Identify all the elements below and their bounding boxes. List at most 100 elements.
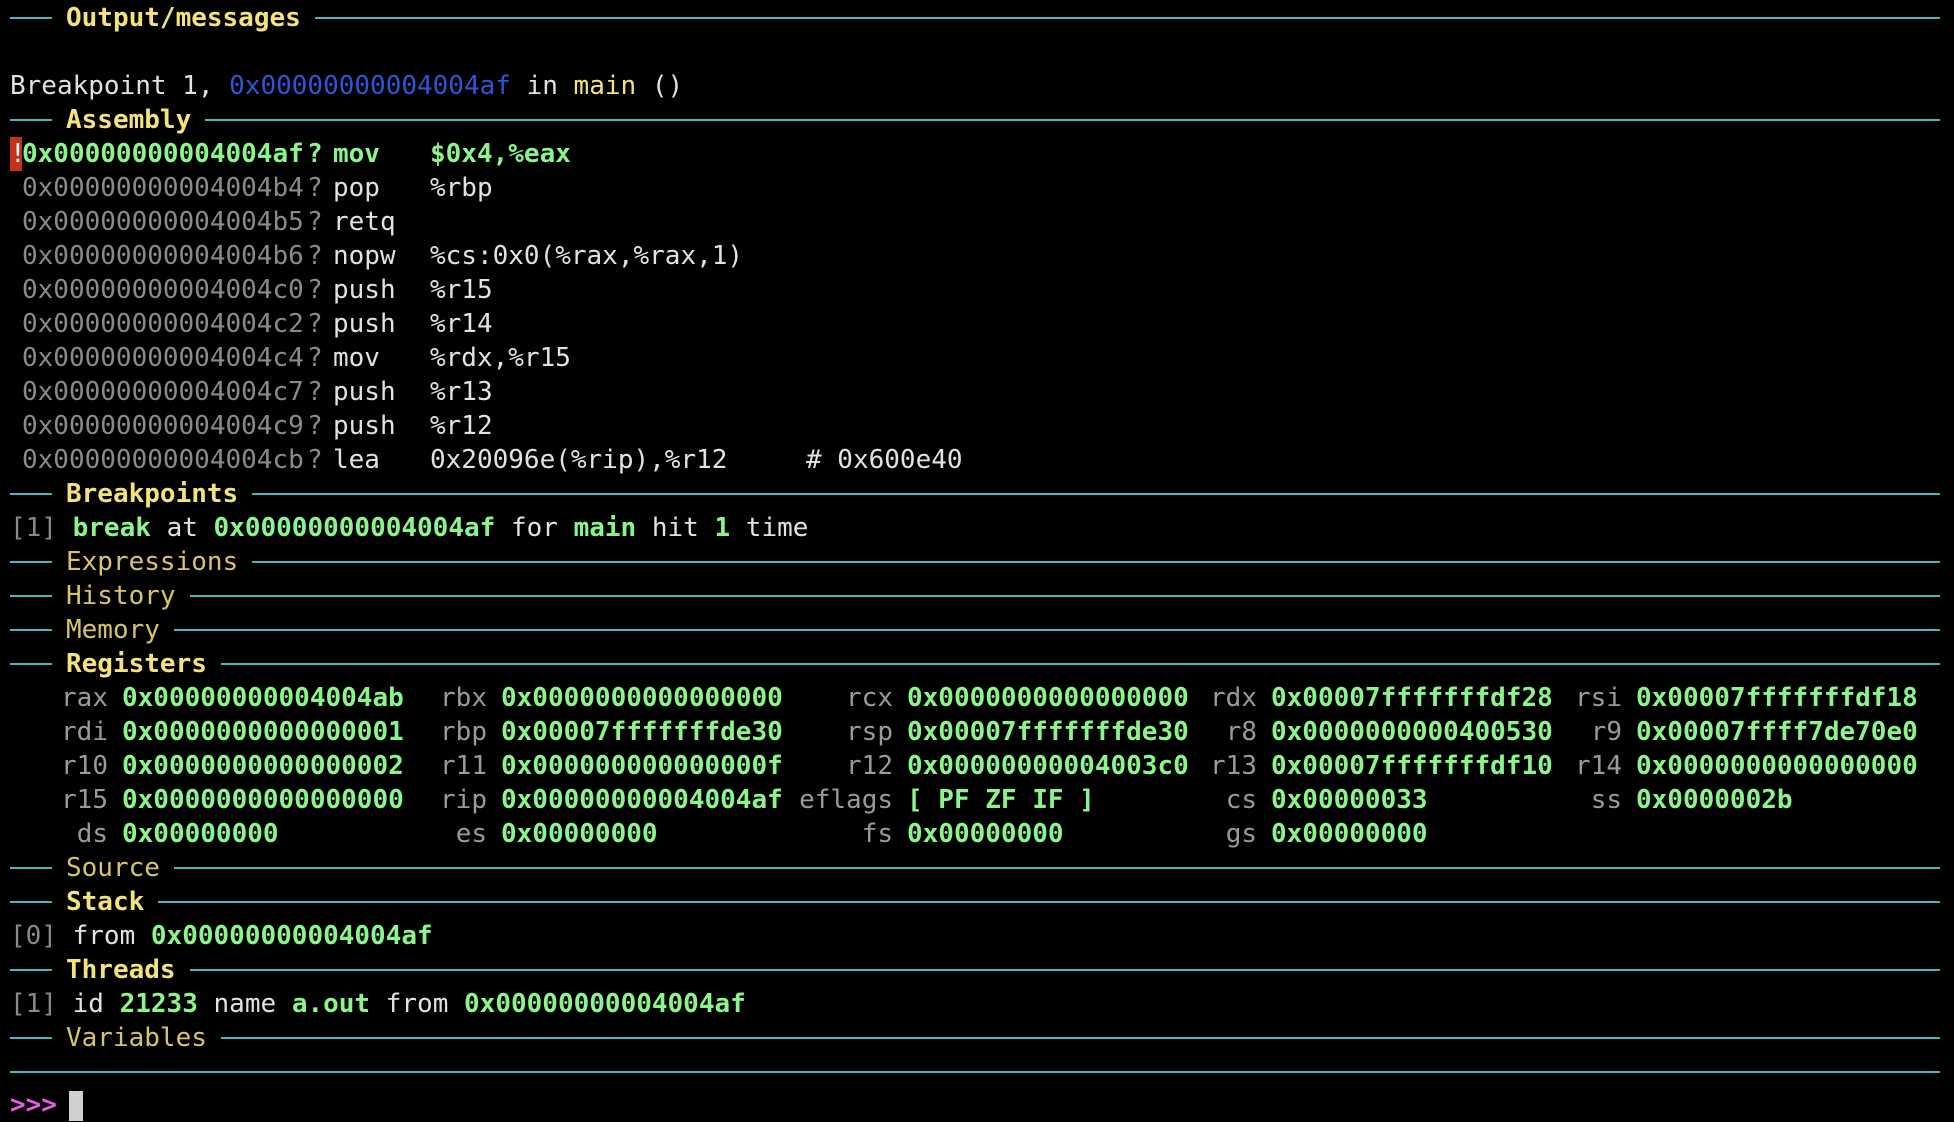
section-threads-header: Threads [10, 953, 1950, 987]
register-value[interactable]: 0x00000000004004af [501, 783, 783, 817]
command-prompt-line[interactable]: >>> [10, 1088, 1950, 1122]
register-name: rbx [440, 683, 487, 713]
section-title: Source [66, 853, 160, 883]
section-variables-header: Variables [10, 1021, 1950, 1055]
register-value[interactable]: 0x0000000000000000 [1636, 749, 1918, 783]
register-name: rax [61, 683, 108, 713]
register-name: cs [1225, 785, 1257, 815]
section-history-header: History [10, 579, 1950, 613]
register-name: es [455, 819, 487, 849]
prompt-marker: >>> [10, 1090, 57, 1120]
instruction-flag: ? [307, 139, 323, 169]
register-name: rcx [846, 683, 893, 713]
thread-entry[interactable]: [1] id 21233 name a.out from 0x000000000… [10, 987, 1950, 1021]
text-cursor[interactable] [68, 1090, 83, 1121]
register-name: r15 [61, 785, 108, 815]
register-name: rbp [440, 717, 487, 747]
assembly-line[interactable]: 0x00000000004004c2? push %r14 [10, 307, 1950, 341]
section-title: Stack [66, 887, 145, 917]
instruction-opcode: push [333, 377, 396, 407]
register-name: eflags [799, 785, 893, 815]
register-name: rdi [61, 717, 108, 747]
assembly-line[interactable]: !0x00000000004004af? mov $0x4,%eax [10, 137, 1950, 171]
register-value[interactable]: 0x00007fffffffdf28 [1271, 681, 1553, 715]
instruction-address: 0x00000000004004c4 [22, 343, 304, 373]
section-output-header: Output/messages [10, 1, 1950, 35]
instruction-flag: ? [307, 207, 323, 237]
register-value[interactable]: 0x00007fffffffde30 [501, 715, 783, 749]
instruction-operands: %rbp [430, 173, 493, 203]
register-value[interactable]: 0x00007fffffffdf18 [1636, 681, 1918, 715]
section-stack-header: Stack [10, 885, 1950, 919]
instruction-opcode: mov [333, 343, 380, 373]
instruction-flag: ? [307, 377, 323, 407]
breakpoint-address: 0x00000000004004af [213, 513, 496, 543]
section-title: History [66, 581, 176, 611]
instruction-operands: %r14 [430, 309, 493, 339]
register-value[interactable]: 0x00000000 [907, 817, 1064, 851]
breakpoint-entry[interactable]: [1] break at 0x00000000004004af for main… [10, 511, 1950, 545]
section-breakpoints-header: Breakpoints [10, 477, 1950, 511]
register-value[interactable]: 0x0000002b [1636, 783, 1793, 817]
register-value[interactable]: 0x0000000000000000 [501, 681, 783, 715]
register-value[interactable]: 0x0000000000000002 [122, 749, 404, 783]
register-value[interactable]: 0x00000033 [1271, 783, 1428, 817]
assembly-line[interactable]: 0x00000000004004c9? push %r12 [10, 409, 1950, 443]
instruction-flag: ? [307, 173, 323, 203]
register-name: rsp [846, 717, 893, 747]
assembly-line[interactable]: 0x00000000004004b5? retq [10, 205, 1950, 239]
output-func: main [573, 71, 637, 101]
register-name: r11 [440, 751, 487, 781]
assembly-line[interactable]: 0x00000000004004b4? pop %rbp [10, 171, 1950, 205]
register-name: r12 [846, 751, 893, 781]
assembly-line[interactable]: 0x00000000004004c0? push %r15 [10, 273, 1950, 307]
register-value[interactable]: 0x0000000000400530 [1271, 715, 1553, 749]
register-value[interactable]: [ PF ZF IF ] [907, 783, 1095, 817]
register-name: r10 [61, 751, 108, 781]
instruction-opcode: push [333, 411, 396, 441]
instruction-operands: %r12 [430, 411, 493, 441]
instruction-flag: ? [307, 309, 323, 339]
register-value[interactable]: 0x00000000004003c0 [907, 749, 1189, 783]
instruction-opcode: retq [333, 207, 396, 237]
instruction-opcode: pop [333, 173, 380, 203]
instruction-address: 0x00000000004004c9 [22, 411, 304, 441]
register-value[interactable]: 0x00000000004004ab [122, 681, 404, 715]
instruction-flag: ? [307, 445, 323, 475]
section-title: Registers [66, 649, 207, 679]
instruction-operands: %r13 [430, 377, 493, 407]
assembly-line[interactable]: 0x00000000004004c7? push %r13 [10, 375, 1950, 409]
instruction-opcode: push [333, 309, 396, 339]
register-name: fs [861, 819, 893, 849]
register-value[interactable]: 0x00000000 [501, 817, 658, 851]
register-value[interactable]: 0x00000000 [122, 817, 279, 851]
register-value[interactable]: 0x00000000 [1271, 817, 1428, 851]
register-name: rdx [1210, 683, 1257, 713]
register-value[interactable]: 0x00007fffffffde30 [907, 715, 1189, 749]
instruction-address: 0x00000000004004c2 [22, 309, 304, 339]
register-name: ss [1590, 785, 1622, 815]
stack-address: 0x00000000004004af [150, 921, 433, 951]
register-value[interactable]: 0x0000000000000001 [122, 715, 404, 749]
register-name: rsi [1575, 683, 1622, 713]
register-value[interactable]: 0x000000000000000f [501, 749, 783, 783]
register-value[interactable]: 0x0000000000000000 [122, 783, 404, 817]
assembly-line[interactable]: 0x00000000004004c4? mov %rdx,%r15 [10, 341, 1950, 375]
instruction-opcode: mov [333, 139, 380, 169]
instruction-address: 0x00000000004004c7 [22, 377, 304, 407]
instruction-operands: 0x20096e(%rip),%r12 [430, 445, 728, 475]
instruction-address: 0x00000000004004c0 [22, 275, 304, 305]
register-name: r14 [1575, 751, 1622, 781]
section-registers-header: Registers [10, 647, 1950, 681]
section-memory-header: Memory [10, 613, 1950, 647]
register-value[interactable]: 0x00007ffff7de70e0 [1636, 715, 1918, 749]
assembly-line[interactable]: 0x00000000004004cb? lea 0x20096e(%rip),%r1… [10, 443, 1950, 477]
register-value[interactable]: 0x0000000000000000 [907, 681, 1189, 715]
section-source-header: Source [10, 851, 1950, 885]
register-value[interactable]: 0x00007fffffffdf10 [1271, 749, 1553, 783]
instruction-address: 0x00000000004004cb [22, 445, 304, 475]
stack-frame[interactable]: [0] from 0x00000000004004af [10, 919, 1950, 953]
assembly-line[interactable]: 0x00000000004004b6? nopw %cs:0x0(%rax,%rax… [10, 239, 1950, 273]
instruction-address: 0x00000000004004b6 [22, 241, 304, 271]
section-title: Output/messages [66, 3, 301, 33]
